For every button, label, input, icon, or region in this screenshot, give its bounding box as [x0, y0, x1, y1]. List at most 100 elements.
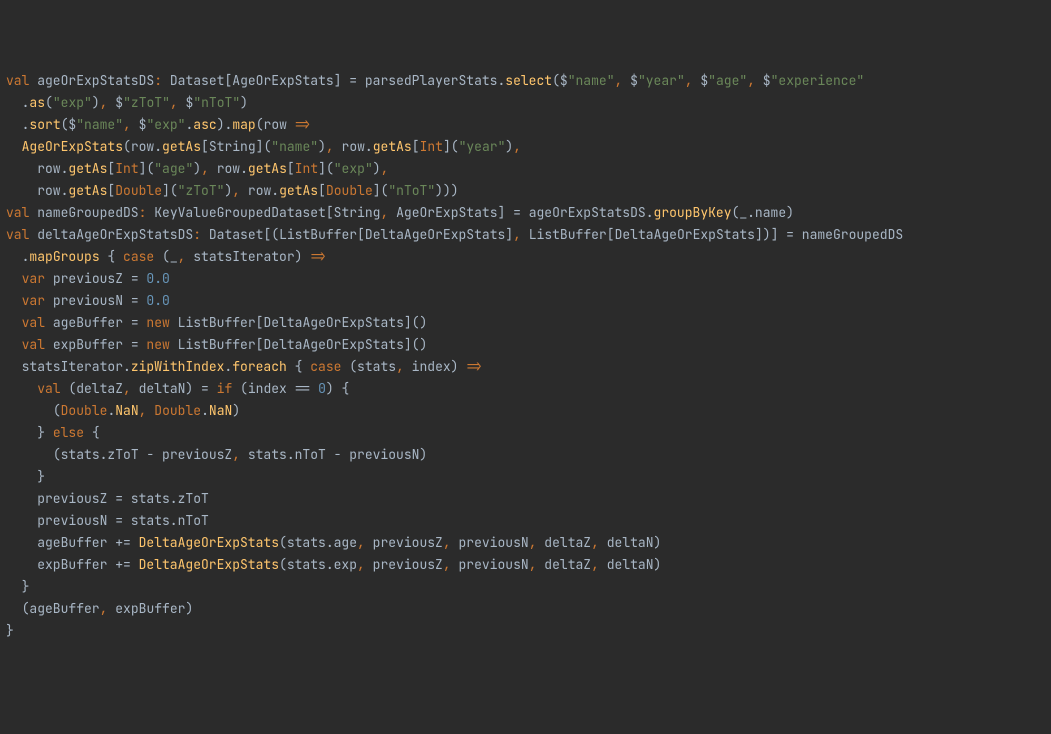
- token-str: "year": [638, 72, 685, 89]
- token-fn: getAs: [68, 182, 107, 199]
- token-punc: ,: [685, 72, 693, 89]
- indent: [6, 600, 22, 617]
- token-op: statsIterator.: [22, 358, 131, 375]
- code-line[interactable]: (stats.zToT - previousZ, stats.nToT - pr…: [6, 444, 1045, 466]
- token-kw: val: [6, 204, 29, 221]
- token-str: "exp": [53, 94, 92, 111]
- code-line[interactable]: expBuffer += DeltaAgeOrExpStats(stats.ex…: [6, 554, 1045, 576]
- token-op: nameGroupedDS: [29, 204, 138, 221]
- token-op: ): [240, 94, 248, 111]
- code-line[interactable]: val nameGroupedDS: KeyValueGroupedDatase…: [6, 202, 1045, 224]
- token-fn: NaN: [115, 402, 138, 419]
- indent: [6, 94, 22, 111]
- code-line[interactable]: val deltaAgeOrExpStatsDS: Dataset[(ListB…: [6, 224, 1045, 246]
- code-line[interactable]: ageBuffer += DeltaAgeOrExpStats(stats.ag…: [6, 532, 1045, 554]
- code-line[interactable]: val expBuffer = new ListBuffer[DeltaAgeO…: [6, 334, 1045, 356]
- token-op: .: [201, 402, 209, 419]
- token-op: (: [45, 94, 53, 111]
- code-line[interactable]: statsIterator.zipWithIndex.foreach { cas…: [6, 356, 1045, 378]
- token-kw: Double: [61, 402, 108, 419]
- token-op: previousZ: [365, 556, 443, 573]
- token-num: 0.0: [146, 270, 169, 287]
- code-line[interactable]: } else {: [6, 422, 1045, 444]
- token-op: previousZ: [365, 534, 443, 551]
- indent: [6, 248, 22, 265]
- token-op: previousN: [451, 534, 529, 551]
- token-op: ))): [435, 182, 458, 199]
- token-op: {: [84, 424, 100, 441]
- code-line[interactable]: var previousN = 0.0: [6, 290, 1045, 312]
- token-op: expBuffer +=: [37, 556, 138, 573]
- token-op: previousZ =: [45, 270, 146, 287]
- token-op: stats.nToT - previousN): [240, 446, 427, 463]
- token-punc: ,: [170, 94, 178, 111]
- token-op: ageBuffer +=: [37, 534, 138, 551]
- code-line[interactable]: }: [6, 620, 1045, 642]
- token-kw: Double: [115, 182, 162, 199]
- token-str: "zToT": [178, 182, 225, 199]
- code-line[interactable]: (Double.NaN, Double.NaN): [6, 400, 1045, 422]
- code-line[interactable]: }: [6, 466, 1045, 488]
- code-line[interactable]: AgeOrExpStats(row.getAs[String]("name"),…: [6, 136, 1045, 158]
- code-line[interactable]: .mapGroups { case (_, statsIterator) =>: [6, 246, 1045, 268]
- token-op: ($: [61, 116, 77, 133]
- token-type: ListBuffer: [529, 226, 607, 243]
- indent: [6, 380, 37, 397]
- code-line[interactable]: val (deltaZ, deltaN) = if (index == 0) {: [6, 378, 1045, 400]
- token-op: {: [287, 358, 310, 375]
- token-kw: Double: [154, 402, 201, 419]
- token-op: [162, 72, 170, 89]
- token-op: deltaN): [599, 534, 661, 551]
- token-op: ](: [139, 160, 155, 177]
- token-type: Dataset: [209, 226, 264, 243]
- token-kw: =>: [310, 248, 326, 265]
- token-op: row.: [209, 160, 248, 177]
- code-line[interactable]: previousN = stats.nToT: [6, 510, 1045, 532]
- indent: [6, 270, 22, 287]
- token-kw: var: [22, 292, 45, 309]
- token-op: ageOrExpStatsDS: [29, 72, 154, 89]
- token-str: "experience": [771, 72, 865, 89]
- code-line[interactable]: }: [6, 576, 1045, 598]
- code-line[interactable]: (ageBuffer, expBuffer): [6, 598, 1045, 620]
- indent: [6, 314, 22, 331]
- token-op: deltaZ: [537, 556, 592, 573]
- token-op: $: [107, 94, 123, 111]
- code-line[interactable]: row.getAs[Double]("zToT"), row.getAs[Dou…: [6, 180, 1045, 202]
- token-kw: val: [6, 226, 29, 243]
- token-type: ListBuffer: [178, 336, 256, 353]
- code-line[interactable]: val ageBuffer = new ListBuffer[DeltaAgeO…: [6, 312, 1045, 334]
- token-op: ): [373, 160, 381, 177]
- token-str: "age": [708, 72, 747, 89]
- token-op: [: [357, 226, 365, 243]
- token-op: row.: [334, 138, 373, 155]
- indent: [6, 292, 22, 309]
- token-op: $: [622, 72, 638, 89]
- token-op: previousN = stats.nToT: [37, 512, 209, 529]
- token-op: ](: [256, 138, 272, 155]
- token-kw: Double: [326, 182, 373, 199]
- token-op: previousN =: [45, 292, 146, 309]
- code-editor[interactable]: val ageOrExpStatsDS: Dataset [ AgeOrExpSta…: [6, 70, 1045, 642]
- code-line[interactable]: .as("exp"), $"zToT", $"nToT"): [6, 92, 1045, 114]
- code-line[interactable]: var previousZ = 0.0: [6, 268, 1045, 290]
- token-punc: ,: [326, 138, 334, 155]
- token-op: [: [287, 160, 295, 177]
- token-punc: :: [154, 72, 162, 89]
- token-type: KeyValueGroupedDataset: [154, 204, 326, 221]
- code-line[interactable]: row.getAs[Int]("age"), row.getAs[Int]("e…: [6, 158, 1045, 180]
- token-fn: groupByKey: [654, 204, 732, 221]
- code-line[interactable]: val ageOrExpStatsDS: Dataset[AgeOrExpSta…: [6, 70, 1045, 92]
- token-op: row.: [37, 182, 68, 199]
- code-line[interactable]: .sort($"name", $"exp".asc).map(row =>: [6, 114, 1045, 136]
- indent: [6, 446, 53, 463]
- token-kw: if: [217, 380, 233, 397]
- token-punc: ,: [443, 534, 451, 551]
- token-punc: ,: [123, 380, 131, 397]
- code-line[interactable]: previousZ = stats.zToT: [6, 488, 1045, 510]
- token-str: "year": [459, 138, 506, 155]
- token-op: (row.: [123, 138, 162, 155]
- token-op: ageBuffer =: [45, 314, 146, 331]
- token-op: (row: [256, 116, 295, 133]
- token-str: "name": [76, 116, 123, 133]
